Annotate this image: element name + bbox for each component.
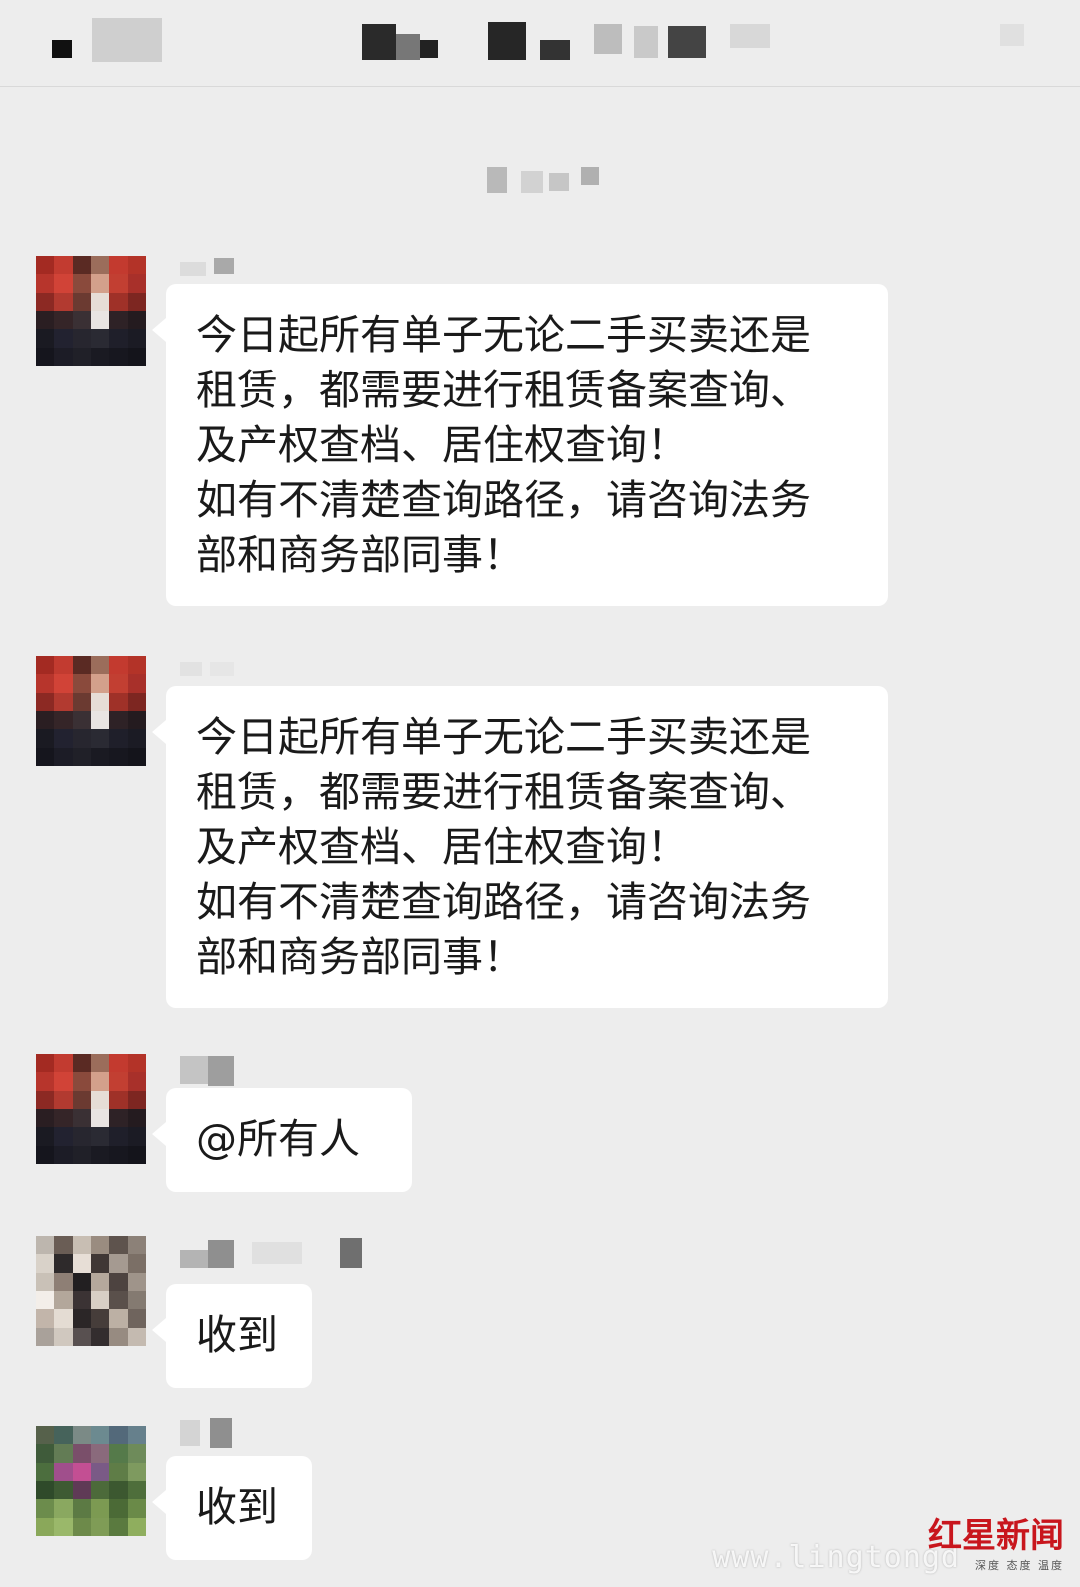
avatar[interactable] — [36, 1054, 146, 1164]
message-bubble[interactable]: 收到 — [152, 1284, 312, 1388]
avatar[interactable] — [36, 1426, 146, 1536]
sender-name-pixelated — [180, 1236, 370, 1268]
timestamp-pixelated — [485, 163, 605, 197]
message-bubble[interactable]: 今日起所有单子无论二手买卖还是 租赁，都需要进行租赁备案查询、 及产权查档、居住… — [152, 284, 888, 606]
sender-name-pixelated — [180, 658, 370, 684]
message-bubble[interactable]: @所有人 — [152, 1088, 412, 1192]
avatar[interactable] — [36, 656, 146, 766]
avatar[interactable] — [36, 256, 146, 366]
hongxing-news-logo: 红星新闻 — [928, 1516, 1064, 1556]
watermark-tagline: 深度 态度 温度 — [975, 1559, 1064, 1572]
sender-name-pixelated — [180, 258, 370, 284]
chat-header — [0, 0, 1080, 87]
header-title-pixelated — [0, 0, 1080, 86]
avatar[interactable] — [36, 1236, 146, 1346]
sender-name-pixelated — [180, 1054, 370, 1086]
message-bubble[interactable]: 收到 — [152, 1456, 312, 1560]
watermark-logo: 红星新闻 深度 态度 温度 — [928, 1508, 1064, 1573]
message-bubble[interactable]: 今日起所有单子无论二手买卖还是 租赁，都需要进行租赁备案查询、 及产权查档、居住… — [152, 686, 888, 1008]
sender-name-pixelated — [180, 1418, 370, 1448]
watermark-url: www.lingtongd — [712, 1540, 960, 1575]
